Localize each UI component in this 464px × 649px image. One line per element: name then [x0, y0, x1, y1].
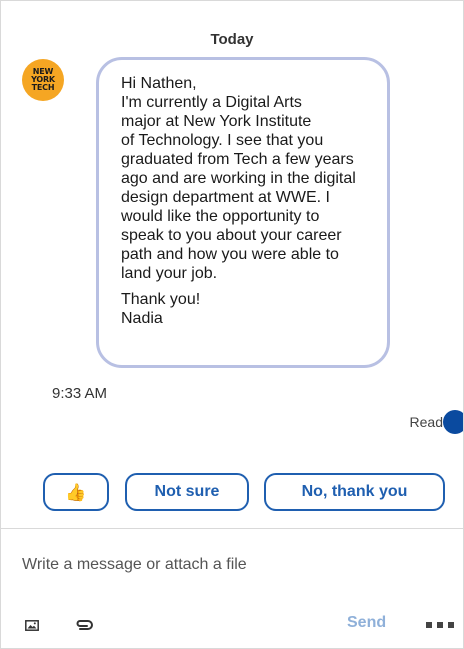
send-button[interactable]: Send — [347, 614, 386, 632]
thumbs-up-reply-button[interactable]: 👍 — [43, 473, 109, 511]
message-bubble: Hi Nathen, I'm currently a Digital Arts … — [96, 57, 390, 368]
message-input[interactable] — [22, 554, 442, 576]
message-timestamp: 9:33 AM — [52, 385, 108, 402]
message-greeting: Hi Nathen, — [121, 75, 197, 92]
no-thank-you-reply-button[interactable]: No, thank you — [264, 473, 445, 511]
avatar-logo-text: NEW YORK TECH — [31, 67, 55, 92]
avatar[interactable]: NEW YORK TECH — [22, 59, 64, 101]
composer-divider — [1, 528, 463, 529]
thumbs-up-icon: 👍 — [65, 482, 87, 502]
not-sure-reply-button[interactable]: Not sure — [125, 473, 249, 511]
read-receipt-avatar — [443, 410, 463, 434]
message-signoff: Thank you! Nadia — [121, 291, 201, 327]
not-sure-reply-label: Not sure — [154, 483, 220, 500]
more-icon[interactable] — [426, 622, 458, 628]
day-separator: Today — [210, 31, 254, 48]
messaging-window: Today NEW YORK TECH Hi Nathen, I'm curre… — [0, 0, 464, 649]
no-thank-you-reply-label: No, thank you — [301, 483, 408, 500]
image-icon[interactable] — [25, 620, 39, 631]
attachment-icon[interactable] — [74, 616, 94, 634]
message-body: I'm currently a Digital Arts major at Ne… — [121, 94, 356, 282]
read-receipt-label: Read — [409, 414, 443, 430]
